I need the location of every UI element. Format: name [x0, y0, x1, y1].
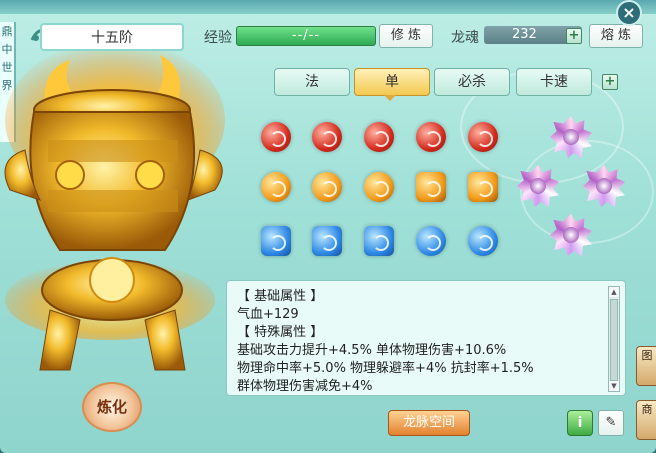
info-button[interactable]: i	[567, 410, 593, 436]
special-attr-line: 群体物理伤害减免+4%	[237, 379, 373, 394]
dragon-soul-label: 龙魂	[451, 30, 479, 46]
orange-gem-icon[interactable]	[261, 172, 291, 202]
special-attr-line: 基础攻击力提升+4.5% 单体物理伤害+10.6%	[237, 343, 507, 358]
red-gem-icon[interactable]	[364, 122, 394, 152]
basic-attr-line: 气血+129	[237, 307, 299, 322]
tab-bisha[interactable]: 必杀	[434, 68, 510, 96]
orange-gem-icon[interactable]	[468, 172, 498, 202]
golden-cauldron-icon	[4, 40, 225, 371]
basic-attr-header: 【 基础属性 】	[237, 289, 324, 304]
orange-gem-icon[interactable]	[416, 172, 446, 202]
experience-label: 经验	[204, 30, 232, 46]
add-dragon-soul-button[interactable]: +	[566, 28, 582, 44]
panel: 鼎 中 世 界 炼化 十五阶 经验 --/-- 修 炼 龙魂 232 + 熔 炼…	[0, 0, 656, 453]
red-gem-icon[interactable]	[261, 122, 291, 152]
side-button-map[interactable]: 图	[636, 346, 656, 386]
smelt-button[interactable]: 熔 炼	[589, 24, 643, 48]
tab-dan[interactable]: 单	[354, 68, 430, 96]
left-strip-char: 鼎	[1, 25, 13, 38]
special-attr-line: 物理命中率+5.0% 物理躲避率+4% 抗封率+1.5%	[237, 361, 534, 376]
side-button-label: 图	[641, 349, 653, 362]
side-button-shop[interactable]: 商	[636, 400, 656, 440]
blue-gem-icon[interactable]	[261, 226, 291, 256]
attribute-scrollbar[interactable]: ▲ ▼	[608, 286, 620, 392]
scroll-thumb[interactable]	[610, 299, 618, 381]
orange-gem-icon[interactable]	[364, 172, 394, 202]
edit-icon[interactable]: ✎	[598, 410, 624, 436]
red-gem-icon[interactable]	[416, 122, 446, 152]
tab-fa[interactable]: 法	[274, 68, 350, 96]
refine-button[interactable]: 炼化	[82, 382, 142, 432]
add-tab-button[interactable]: +	[602, 74, 618, 90]
blue-gem-icon[interactable]	[416, 226, 446, 256]
attribute-panel: 【 基础属性 】 气血+129 【 特殊属性 】 基础攻击力提升+4.5% 单体…	[226, 280, 626, 396]
tab-kasu[interactable]: 卡速	[516, 68, 592, 96]
red-gem-icon[interactable]	[468, 122, 498, 152]
scroll-up-icon[interactable]: ▲	[609, 287, 619, 297]
orange-gem-icon[interactable]	[312, 172, 342, 202]
close-icon[interactable]: ×	[616, 0, 642, 26]
blue-gem-icon[interactable]	[312, 226, 342, 256]
experience-bar: --/--	[236, 26, 376, 46]
special-attr-header: 【 特殊属性 】	[237, 325, 324, 340]
red-gem-icon[interactable]	[312, 122, 342, 152]
grade-title: 十五阶	[40, 23, 184, 51]
scroll-down-icon[interactable]: ▼	[609, 381, 619, 391]
cultivate-button[interactable]: 修 炼	[379, 24, 433, 48]
blue-gem-icon[interactable]	[364, 226, 394, 256]
side-button-label: 商	[641, 403, 653, 416]
dragon-space-button[interactable]: 龙脉空间	[388, 410, 470, 436]
active-tab-arrow-icon	[384, 95, 396, 101]
blue-gem-icon[interactable]	[468, 226, 498, 256]
